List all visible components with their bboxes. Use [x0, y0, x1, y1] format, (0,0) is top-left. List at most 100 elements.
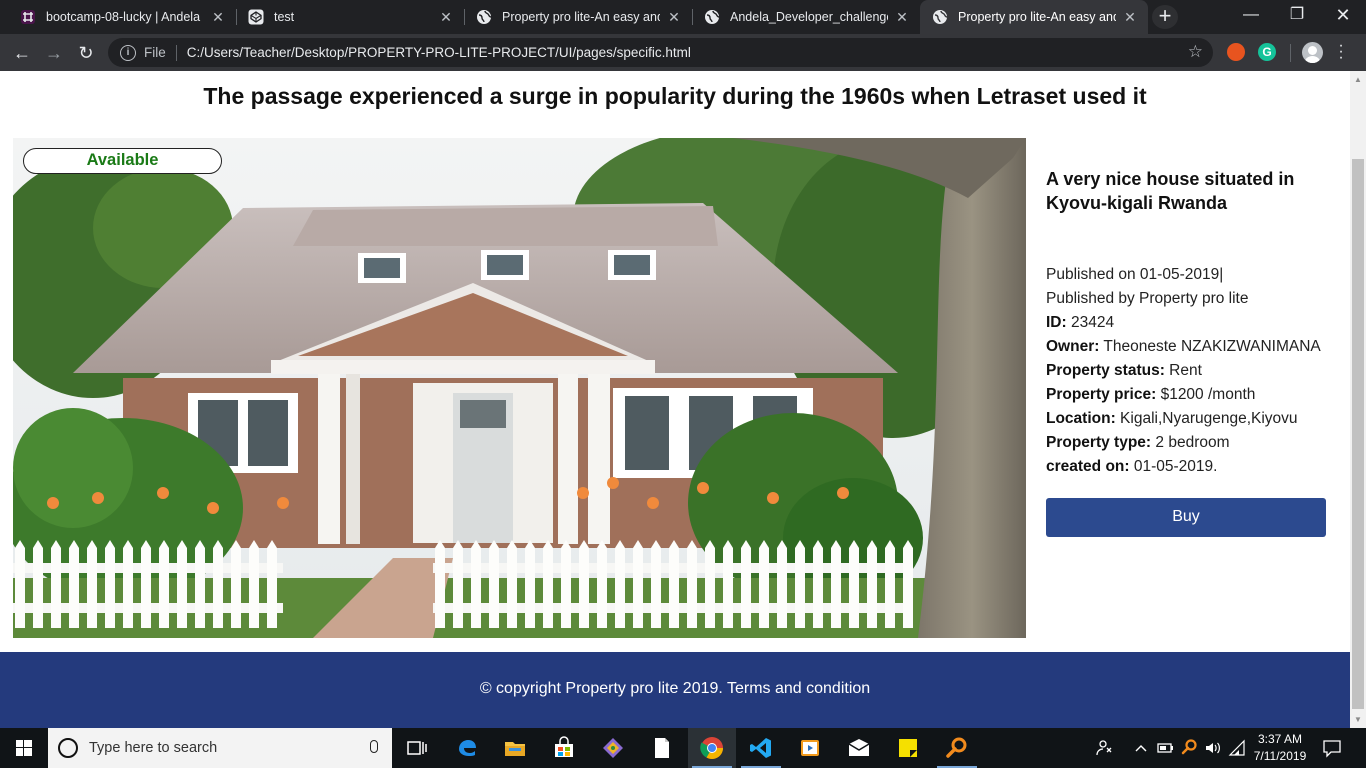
taskbar-search-placeholder: Type here to search	[89, 740, 218, 756]
scroll-up-arrow-icon[interactable]: ▲	[1354, 75, 1362, 84]
toolbar-divider	[1290, 44, 1291, 62]
restore-icon[interactable]: ❐	[1274, 0, 1320, 34]
published-by: Published by Property pro lite	[1046, 290, 1249, 307]
field-label: Property price:	[1046, 386, 1157, 403]
browser-tab-4[interactable]: Andela_Developer_challenge_Property ✕	[692, 0, 920, 34]
media-player-icon[interactable]	[798, 736, 822, 760]
volume-icon[interactable]	[1204, 739, 1222, 757]
field-id: ID: 23424	[1046, 311, 1336, 335]
field-value: 2 bedroom	[1151, 434, 1230, 451]
scrollbar-thumb[interactable]	[1352, 159, 1364, 709]
browser-tab-5-active[interactable]: Property pro lite-An easy and quick ✕	[920, 0, 1148, 34]
mail-icon[interactable]	[847, 736, 871, 760]
search-app-icon[interactable]	[945, 736, 969, 760]
globe-icon	[932, 9, 948, 25]
property-name: A very nice house situated in Kyovu-kiga…	[1046, 169, 1295, 213]
sticky-notes-icon[interactable]	[896, 736, 920, 760]
field-label: ID:	[1046, 314, 1067, 331]
field-type: Property type: 2 bedroom	[1046, 431, 1336, 455]
tab-title: Andela_Developer_challenge_Property	[730, 10, 888, 24]
field-created-on: created on: 01-05-2019.	[1046, 455, 1336, 479]
tab-title: test	[274, 10, 295, 24]
property-details: A very nice house situated in Kyovu-kiga…	[1046, 167, 1336, 479]
field-value: Kigali,Nyarugenge,Kiyovu	[1115, 410, 1298, 427]
tab-close-icon[interactable]: ✕	[894, 9, 910, 26]
task-view-icon[interactable]	[405, 736, 429, 760]
tab-title: Property pro lite-An easy and quick	[958, 10, 1116, 24]
windows-start-icon[interactable]	[0, 728, 48, 768]
taskbar-clock-time[interactable]: 3:37 AM	[1245, 732, 1315, 746]
microphone-icon[interactable]	[370, 740, 378, 753]
git-app-icon[interactable]	[601, 736, 625, 760]
field-value: 01-05-2019.	[1129, 458, 1218, 475]
bookmark-star-icon[interactable]: ☆	[1188, 42, 1203, 62]
tab-close-icon[interactable]: ✕	[1122, 9, 1138, 26]
notepad-file-icon[interactable]	[650, 736, 674, 760]
people-icon[interactable]	[1095, 738, 1115, 758]
browser-tab-1[interactable]: bootcamp-08-lucky | Andela Bootcamp ✕	[8, 0, 236, 34]
minimize-icon[interactable]: —	[1228, 0, 1274, 34]
taskbar-search-box[interactable]: Type here to search	[48, 728, 392, 768]
chrome-icon[interactable]	[700, 736, 724, 760]
browser-tab-3[interactable]: Property pro lite-An easy and quick ✕	[464, 0, 692, 34]
field-status: Property status: Rent	[1046, 359, 1336, 383]
file-explorer-icon[interactable]	[503, 736, 527, 760]
address-scheme-label: File	[144, 45, 166, 60]
edge-browser-icon[interactable]	[455, 736, 479, 760]
field-label: Property type:	[1046, 434, 1152, 451]
reload-icon[interactable]: ↻	[72, 39, 100, 67]
availability-badge: Available	[23, 148, 222, 174]
field-label: Property status:	[1046, 362, 1165, 379]
published-on: Published on 01-05-2019|	[1046, 266, 1224, 283]
forward-arrow-icon[interactable]: →	[40, 39, 68, 67]
globe-icon	[476, 9, 492, 25]
property-photo	[13, 138, 1026, 638]
tab-close-icon[interactable]: ✕	[210, 9, 226, 26]
chevron-up-icon[interactable]	[1133, 740, 1149, 756]
property-meta: Published on 01-05-2019| Published by Pr…	[1046, 263, 1336, 479]
address-url[interactable]: C:/Users/Teacher/Desktop/PROPERTY-PRO-LI…	[187, 45, 691, 60]
tray-search-icon[interactable]	[1180, 738, 1198, 756]
field-value: Theoneste NZAKIZWANIMANA	[1099, 338, 1321, 355]
vscode-icon[interactable]	[749, 736, 773, 760]
field-label: Owner:	[1046, 338, 1100, 355]
field-location: Location: Kigali,Nyarugenge,Kiyovu	[1046, 407, 1336, 431]
address-bar[interactable]: i File C:/Users/Teacher/Desktop/PROPERTY…	[108, 38, 1213, 67]
tab-close-icon[interactable]: ✕	[666, 9, 682, 26]
grammarly-icon[interactable]: G	[1258, 43, 1276, 61]
info-icon[interactable]: i	[120, 44, 136, 61]
browser-tab-2[interactable]: test ✕	[236, 0, 464, 34]
field-owner: Owner: Theoneste NZAKIZWANIMANA	[1046, 335, 1336, 359]
notification-center-icon[interactable]	[1322, 738, 1342, 758]
browser-toolbar: ← → ↻ i File C:/Users/Teacher/Desktop/PR…	[0, 34, 1366, 71]
store-icon[interactable]	[552, 736, 576, 760]
wifi-icon[interactable]	[1228, 739, 1246, 757]
back-arrow-icon[interactable]: ←	[8, 39, 36, 67]
close-window-icon[interactable]: ✕	[1320, 0, 1366, 34]
field-label: created on:	[1046, 458, 1130, 475]
tab-title: Property pro lite-An easy and quick	[502, 10, 660, 24]
buy-button[interactable]: Buy	[1046, 498, 1326, 537]
extension-fire-icon[interactable]	[1227, 43, 1245, 61]
page-footer: © copyright Property pro lite 2019. Term…	[0, 652, 1350, 728]
field-price: Property price: $1200 /month	[1046, 383, 1336, 407]
address-divider	[175, 44, 177, 61]
globe-icon	[704, 9, 720, 25]
page-scrollbar[interactable]: ▲ ▼	[1350, 71, 1366, 728]
tab-title: bootcamp-08-lucky | Andela Bootcamp	[46, 10, 204, 24]
browser-tab-bar: bootcamp-08-lucky | Andela Bootcamp ✕ te…	[0, 0, 1366, 34]
field-value: $1200 /month	[1156, 386, 1256, 403]
new-tab-button[interactable]: +	[1152, 5, 1178, 29]
menu-kebab-icon[interactable]: · · ·	[1336, 38, 1346, 66]
battery-icon[interactable]	[1156, 739, 1174, 757]
field-value: 23424	[1066, 314, 1115, 331]
field-label: Location:	[1046, 410, 1116, 427]
cortana-circle-icon	[58, 738, 78, 758]
windows-taskbar: Type here to search 3:37 AM 7/11/2019	[0, 728, 1366, 768]
taskbar-clock-date[interactable]: 7/11/2019	[1245, 749, 1315, 763]
scroll-down-arrow-icon[interactable]: ▼	[1354, 715, 1362, 724]
page-viewport: The passage experienced a surge in popul…	[0, 71, 1366, 728]
codepen-icon	[248, 9, 264, 25]
profile-avatar-icon[interactable]	[1302, 42, 1323, 63]
tab-close-icon[interactable]: ✕	[438, 9, 454, 26]
